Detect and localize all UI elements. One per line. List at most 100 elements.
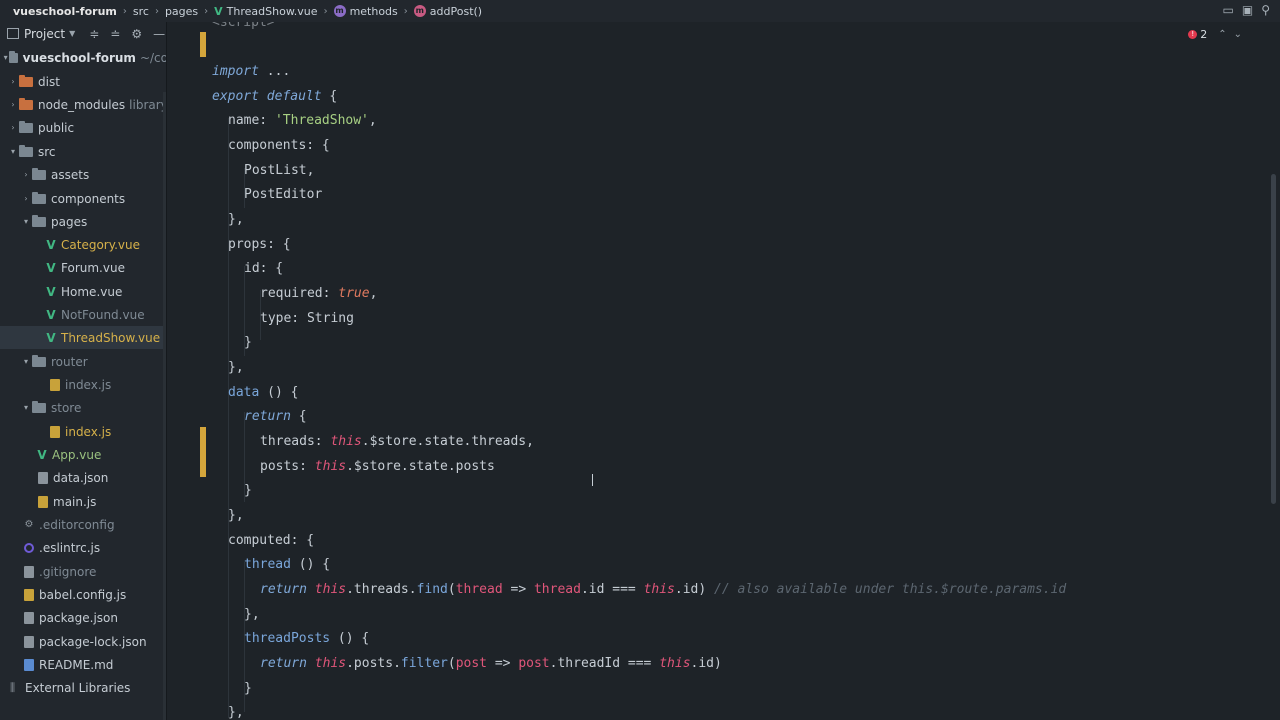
code-line: props: { bbox=[228, 237, 291, 252]
code-line: data () { bbox=[228, 385, 299, 400]
tree-item-package-json[interactable]: package.json bbox=[0, 606, 166, 629]
file-icon bbox=[24, 565, 34, 578]
folder-icon bbox=[19, 144, 33, 157]
tree-item-assets[interactable]: › assets bbox=[0, 163, 166, 186]
tree-item-router-index-js[interactable]: index.js bbox=[0, 373, 166, 396]
tree-item-eslintrc[interactable]: .eslintrc.js bbox=[0, 536, 166, 559]
search-icon[interactable]: ⚲ bbox=[1261, 3, 1270, 17]
inspection-widget[interactable]: ! 2 ⌃ ⌄ bbox=[1188, 28, 1242, 41]
gear-icon[interactable]: ⚙ bbox=[131, 27, 142, 41]
tree-item-babel-config[interactable]: babel.config.js bbox=[0, 583, 166, 606]
tree-item-home-vue[interactable]: V Home.vue bbox=[0, 280, 166, 303]
tree-item-components[interactable]: › components bbox=[0, 187, 166, 210]
code-line: threadPosts () { bbox=[244, 631, 370, 646]
folder-icon bbox=[32, 354, 46, 367]
chevron-down-icon[interactable]: ▾ bbox=[20, 217, 32, 226]
breadcrumb-project[interactable]: vueschool-forum bbox=[13, 5, 117, 18]
chevron-right-icon[interactable]: › bbox=[20, 194, 32, 203]
tree-item-external-libraries[interactable]: ⫼ External Libraries bbox=[0, 676, 166, 699]
navigation-bar: vueschool-forum › src › pages › V Thread… bbox=[0, 0, 1280, 23]
collapse-all-icon[interactable]: ≐ bbox=[110, 27, 120, 41]
tree-item-forum-vue[interactable]: V Forum.vue bbox=[0, 256, 166, 279]
tree-item-gitignore[interactable]: .gitignore bbox=[0, 560, 166, 583]
code-editor[interactable]: ! 2 ⌃ ⌄ <script> import ... export defau… bbox=[167, 22, 1280, 720]
method-group-icon: m bbox=[333, 5, 346, 17]
code-line: components: { bbox=[228, 138, 330, 153]
code-line: export default { bbox=[212, 89, 338, 104]
tree-item-editorconfig[interactable]: ⚙ .editorconfig bbox=[0, 513, 166, 536]
tree-item-notfound-vue[interactable]: V NotFound.vue bbox=[0, 303, 166, 326]
code-line: computed: { bbox=[228, 533, 315, 548]
tree-item-data-json[interactable]: data.json bbox=[0, 466, 166, 489]
code-line: return this.threads.find(thread => threa… bbox=[260, 582, 1067, 597]
json-file-icon bbox=[38, 471, 48, 484]
chevron-right-icon[interactable]: › bbox=[7, 77, 19, 86]
breadcrumb-methods[interactable]: m methods bbox=[333, 5, 398, 18]
chevron-right-icon: › bbox=[154, 5, 159, 17]
tree-item-public[interactable]: › public bbox=[0, 116, 166, 139]
chevron-down-icon[interactable]: ▾ bbox=[20, 403, 32, 412]
chevron-down-icon[interactable]: ⌄ bbox=[1234, 29, 1242, 40]
chevron-up-icon[interactable]: ⌃ bbox=[1218, 29, 1226, 40]
chevron-down-icon[interactable]: ▾ bbox=[20, 357, 32, 366]
code-line: <script> bbox=[212, 22, 275, 30]
code-line: }, bbox=[228, 508, 244, 523]
breadcrumb-file[interactable]: V ThreadShow.vue bbox=[214, 5, 317, 18]
project-panel-title[interactable]: Project bbox=[24, 27, 65, 41]
minimize-icon[interactable]: — bbox=[153, 27, 165, 41]
project-panel: Project ▼ ≑ ≐ ⚙ — ▾ vueschool-forum ~/co … bbox=[0, 22, 167, 720]
expand-all-icon[interactable]: ≑ bbox=[89, 27, 99, 41]
tree-item-package-lock-json[interactable]: package-lock.json bbox=[0, 630, 166, 653]
vue-file-icon: V bbox=[46, 284, 56, 299]
chevron-right-icon[interactable]: › bbox=[20, 170, 32, 179]
code-line: import ... bbox=[212, 64, 291, 79]
tree-item-threadshow-vue[interactable]: V ThreadShow.vue bbox=[0, 326, 166, 349]
tree-item-app-vue[interactable]: V App.vue bbox=[0, 443, 166, 466]
error-icon: ! bbox=[1188, 30, 1198, 39]
vue-file-icon: V bbox=[214, 4, 223, 18]
js-file-icon bbox=[50, 378, 60, 391]
code-line: PostEditor bbox=[244, 187, 323, 202]
breadcrumb-method[interactable]: m addPost() bbox=[413, 5, 482, 18]
folder-icon bbox=[32, 214, 46, 227]
markdown-file-icon bbox=[24, 658, 34, 671]
tree-item-category-vue[interactable]: V Category.vue bbox=[0, 233, 166, 256]
vue-file-icon: V bbox=[46, 330, 56, 345]
change-marker[interactable] bbox=[200, 32, 206, 57]
chevron-right-icon[interactable]: › bbox=[7, 123, 19, 132]
chevron-down-icon[interactable]: ▾ bbox=[7, 147, 19, 156]
code-line: required: true, bbox=[260, 286, 378, 301]
tree-item-dist[interactable]: › dist bbox=[0, 70, 166, 93]
tree-item-store[interactable]: ▾ store bbox=[0, 396, 166, 419]
tree-item-store-index-js[interactable]: index.js bbox=[0, 420, 166, 443]
tree-item-vueschool-forum[interactable]: ▾ vueschool-forum ~/co bbox=[0, 46, 166, 69]
vue-file-icon: V bbox=[46, 307, 56, 322]
tree-item-pages[interactable]: ▾ pages bbox=[0, 210, 166, 233]
window-icon[interactable]: ▣ bbox=[1242, 3, 1253, 17]
tree-item-readme[interactable]: README.md bbox=[0, 653, 166, 676]
folder-icon bbox=[32, 400, 46, 413]
chevron-down-icon[interactable]: ▾ bbox=[2, 53, 9, 62]
folder-icon bbox=[32, 191, 46, 204]
code-line: }, bbox=[228, 360, 244, 375]
chevron-right-icon[interactable]: › bbox=[7, 100, 19, 109]
tree-item-main-js[interactable]: main.js bbox=[0, 490, 166, 513]
code-line: type: String bbox=[260, 311, 354, 326]
folder-icon bbox=[9, 50, 18, 63]
change-marker[interactable] bbox=[200, 427, 206, 477]
breadcrumb-pages[interactable]: pages bbox=[165, 5, 198, 18]
layout-icon[interactable]: ▭ bbox=[1223, 3, 1234, 17]
sidebar-scrollbar[interactable] bbox=[163, 92, 166, 720]
chevron-right-icon: › bbox=[204, 5, 209, 17]
chevron-down-icon[interactable]: ▼ bbox=[69, 29, 75, 38]
code-line: } bbox=[244, 335, 252, 350]
editor-scrollbar[interactable] bbox=[1271, 174, 1276, 504]
breadcrumb-src[interactable]: src bbox=[133, 5, 149, 18]
tree-item-src[interactable]: ▾ src bbox=[0, 140, 166, 163]
code-line: }, bbox=[228, 705, 244, 720]
tree-item-node-modules[interactable]: › node_modules library bbox=[0, 93, 166, 116]
eslint-icon bbox=[24, 542, 34, 553]
tree-item-router[interactable]: ▾ router bbox=[0, 350, 166, 373]
code-line: }, bbox=[228, 212, 244, 227]
js-file-icon bbox=[24, 588, 34, 601]
